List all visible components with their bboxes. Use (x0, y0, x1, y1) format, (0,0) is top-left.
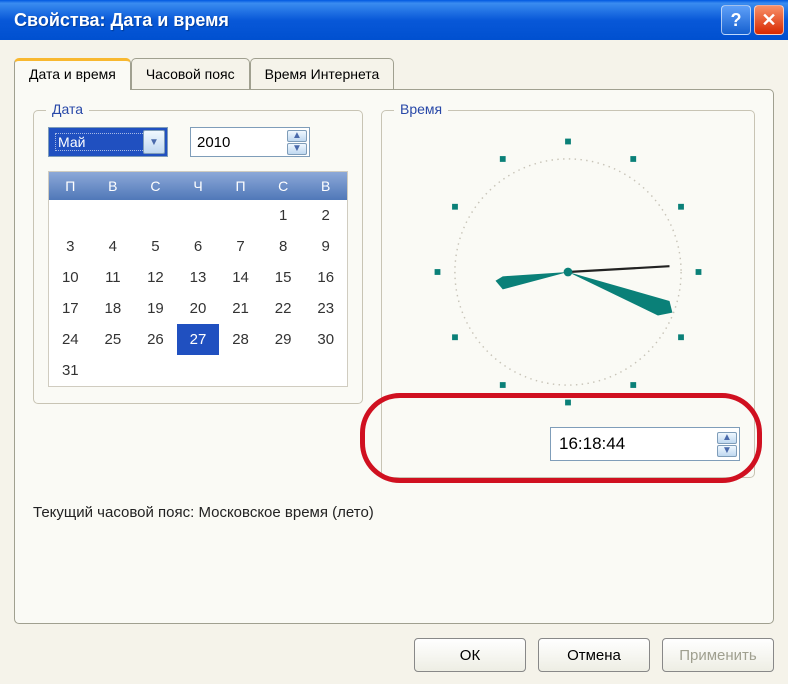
calendar-day (219, 355, 262, 386)
tab-label: Время Интернета (265, 66, 380, 82)
tab-strip: Дата и время Часовой пояс Время Интернет… (14, 58, 774, 89)
calendar-day[interactable]: 20 (177, 293, 220, 324)
chevron-down-icon: ▼ (149, 137, 159, 148)
calendar-day[interactable]: 14 (219, 262, 262, 293)
calendar-day[interactable]: 5 (134, 231, 177, 262)
button-label: Применить (679, 647, 757, 664)
calendar: ПВСЧПСВ 12345678910111213141516171819202… (48, 171, 348, 387)
calendar-day[interactable]: 4 (92, 231, 135, 262)
hour-hand (496, 272, 569, 289)
tab-panel: Дата Май ▼ 2010 ▲ ▼ (14, 89, 774, 624)
close-icon: ✕ (761, 10, 776, 31)
time-fieldset: Время 1 (381, 110, 755, 478)
dialog-body: Дата и время Часовой пояс Время Интернет… (0, 40, 788, 684)
calendar-day (92, 200, 135, 231)
calendar-day[interactable]: 16 (304, 262, 347, 293)
chevron-down-icon: ▼ (292, 143, 302, 154)
calendar-day[interactable]: 25 (92, 324, 135, 355)
weekday-header: Ч (177, 172, 220, 200)
chevron-up-icon: ▲ (292, 130, 302, 141)
calendar-day[interactable]: 21 (219, 293, 262, 324)
calendar-day (177, 355, 220, 386)
calendar-day[interactable]: 18 (92, 293, 135, 324)
calendar-body: 1234567891011121314151617181920212223242… (49, 200, 347, 386)
calendar-header: ПВСЧПСВ (49, 172, 347, 200)
time-legend: Время (394, 101, 448, 117)
tab-label: Часовой пояс (146, 66, 235, 82)
tab-date-time[interactable]: Дата и время (14, 58, 131, 90)
calendar-day[interactable]: 13 (177, 262, 220, 293)
second-hand (568, 266, 670, 272)
calendar-day (49, 200, 92, 231)
weekday-header: П (49, 172, 92, 200)
year-value: 2010 (197, 134, 230, 151)
calendar-day[interactable]: 6 (177, 231, 220, 262)
calendar-day[interactable]: 15 (262, 262, 305, 293)
calendar-day[interactable]: 10 (49, 262, 92, 293)
chevron-down-icon: ▼ (722, 445, 732, 456)
calendar-day (304, 355, 347, 386)
ok-button[interactable]: ОК (414, 638, 526, 672)
minute-hand (568, 272, 672, 316)
timezone-info: Текущий часовой пояс: Московское время (… (33, 504, 755, 521)
time-input[interactable]: 16:18:44 ▲ ▼ (550, 427, 740, 461)
chevron-up-icon: ▲ (722, 432, 732, 443)
analog-clock (423, 127, 713, 417)
calendar-day[interactable]: 3 (49, 231, 92, 262)
calendar-day[interactable]: 27 (177, 324, 220, 355)
time-up-button[interactable]: ▲ (717, 432, 737, 444)
tab-timezone[interactable]: Часовой пояс (131, 58, 250, 89)
calendar-day[interactable]: 29 (262, 324, 305, 355)
button-label: Отмена (567, 647, 621, 664)
calendar-day[interactable]: 11 (92, 262, 135, 293)
year-down-button[interactable]: ▼ (287, 143, 307, 155)
calendar-day[interactable]: 1 (262, 200, 305, 231)
time-down-button[interactable]: ▼ (717, 445, 737, 457)
button-label: ОК (460, 647, 480, 664)
calendar-day (134, 200, 177, 231)
weekday-header: С (134, 172, 177, 200)
weekday-header: В (92, 172, 135, 200)
calendar-day (219, 200, 262, 231)
year-up-button[interactable]: ▲ (287, 130, 307, 142)
calendar-day[interactable]: 12 (134, 262, 177, 293)
calendar-day[interactable]: 30 (304, 324, 347, 355)
tab-internet-time[interactable]: Время Интернета (250, 58, 395, 89)
close-button[interactable]: ✕ (754, 5, 784, 35)
calendar-day[interactable]: 7 (219, 231, 262, 262)
help-button[interactable]: ? (721, 5, 751, 35)
calendar-day[interactable]: 23 (304, 293, 347, 324)
titlebar: Свойства: Дата и время ? ✕ (0, 0, 788, 40)
calendar-day[interactable]: 31 (49, 355, 92, 386)
calendar-day[interactable]: 17 (49, 293, 92, 324)
calendar-day[interactable]: 28 (219, 324, 262, 355)
calendar-day (177, 200, 220, 231)
month-dropdown[interactable]: Май ▼ (48, 127, 168, 157)
calendar-day[interactable]: 24 (49, 324, 92, 355)
calendar-day (262, 355, 305, 386)
calendar-day[interactable]: 22 (262, 293, 305, 324)
weekday-header: С (262, 172, 305, 200)
date-fieldset: Дата Май ▼ 2010 ▲ ▼ (33, 110, 363, 404)
calendar-day[interactable]: 8 (262, 231, 305, 262)
help-icon: ? (731, 10, 742, 31)
apply-button[interactable]: Применить (662, 638, 774, 672)
cancel-button[interactable]: Отмена (538, 638, 650, 672)
calendar-day[interactable]: 9 (304, 231, 347, 262)
weekday-header: В (304, 172, 347, 200)
calendar-day (134, 355, 177, 386)
weekday-header: П (219, 172, 262, 200)
calendar-day[interactable]: 26 (134, 324, 177, 355)
year-spinner[interactable]: 2010 ▲ ▼ (190, 127, 310, 157)
dialog-buttons: ОК Отмена Применить (14, 638, 774, 672)
time-value: 16:18:44 (559, 434, 625, 454)
date-legend: Дата (46, 101, 89, 117)
tab-label: Дата и время (29, 66, 116, 82)
calendar-day[interactable]: 19 (134, 293, 177, 324)
month-dropdown-button[interactable]: ▼ (143, 130, 165, 154)
calendar-day[interactable]: 2 (304, 200, 347, 231)
window-title: Свойства: Дата и время (14, 10, 718, 31)
calendar-day (92, 355, 135, 386)
